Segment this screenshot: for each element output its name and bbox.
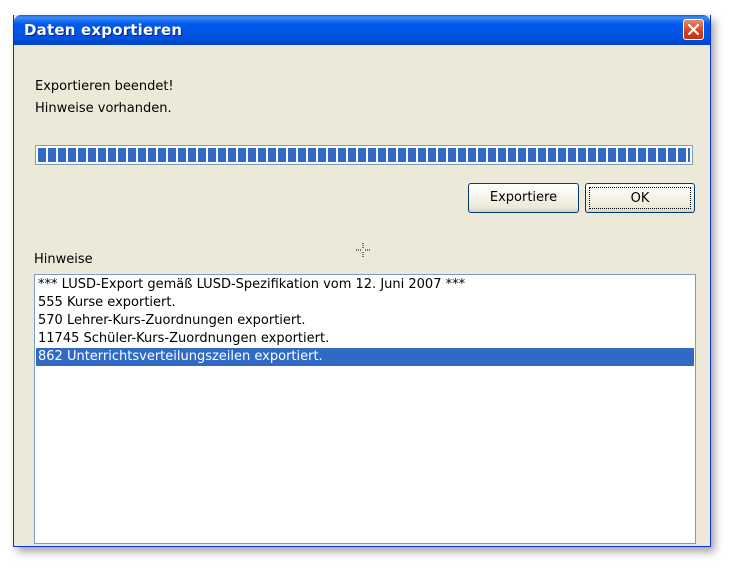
- crosshair-cursor-icon: [356, 243, 370, 257]
- export-dialog: Daten exportieren Exportieren beendet! H…: [13, 15, 711, 547]
- list-item-selected[interactable]: 862 Unterrichtsverteilungszeilen exporti…: [36, 348, 694, 366]
- window-title: Daten exportieren: [24, 21, 183, 39]
- ok-button[interactable]: OK: [585, 183, 695, 213]
- notes-list[interactable]: *** LUSD-Export gemäß LUSD-Spezifikation…: [34, 274, 696, 544]
- list-item[interactable]: 555 Kurse exportiert.: [36, 294, 694, 312]
- ok-button-label: OK: [589, 187, 691, 209]
- progress-bar: [35, 145, 693, 165]
- list-item[interactable]: *** LUSD-Export gemäß LUSD-Spezifikation…: [36, 276, 694, 294]
- dialog-body: Exportieren beendet! Hinweise vorhanden.…: [17, 45, 707, 544]
- notes-label: Hinweise: [34, 252, 93, 267]
- list-item[interactable]: 570 Lehrer-Kurs-Zuordnungen exportiert.: [36, 312, 694, 330]
- progress-fill: [38, 148, 690, 162]
- close-button[interactable]: [683, 19, 704, 40]
- list-item[interactable]: 11745 Schüler-Kurs-Zuordnungen exportier…: [36, 330, 694, 348]
- status-text-notes: Hinweise vorhanden.: [35, 101, 172, 116]
- export-button[interactable]: Exportiere: [468, 183, 579, 213]
- status-text-finished: Exportieren beendet!: [35, 79, 174, 94]
- close-icon: [687, 23, 700, 36]
- title-bar[interactable]: Daten exportieren: [14, 15, 710, 45]
